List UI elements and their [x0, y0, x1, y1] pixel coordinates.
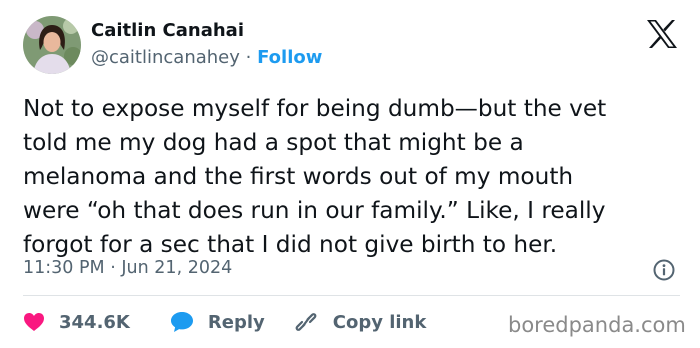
tweet-time: 11:30 PM	[23, 258, 105, 278]
reply-button[interactable]: Reply	[170, 311, 293, 333]
author-handle-row: @caitlincanahey · Follow	[91, 47, 322, 68]
reply-bubble-icon	[170, 312, 193, 332]
like-button[interactable]: 344.6K	[23, 312, 170, 333]
tweet-line: forgot for a sec that I did not give bir…	[23, 231, 558, 258]
avatar-image	[23, 16, 81, 74]
watermark: boredpanda.com	[508, 313, 686, 337]
tweet-date: Jun 21, 2024	[121, 258, 233, 278]
info-icon[interactable]	[652, 258, 676, 282]
copy-link-button[interactable]: Copy link	[293, 310, 427, 334]
like-count: 344.6K	[59, 311, 130, 333]
x-logo-icon[interactable]	[645, 18, 679, 50]
tweet-text: Not to expose myself for being dumb—but …	[23, 92, 688, 262]
author-name[interactable]: Caitlin Canahai	[91, 20, 244, 41]
divider	[23, 295, 680, 296]
tweet-line: melanoma and the first words out of my m…	[23, 163, 574, 190]
follow-button[interactable]: Follow	[257, 47, 322, 68]
tweet-line: told me my dog had a spot that might be …	[23, 129, 524, 156]
meta-separator: ·	[110, 258, 116, 278]
heart-icon	[24, 313, 44, 331]
tweet-line: were “oh that does run in our family.” L…	[23, 197, 606, 224]
action-bar: 344.6K Reply Copy link	[23, 309, 426, 335]
link-icon	[295, 313, 317, 331]
copy-link-label: Copy link	[332, 311, 427, 333]
tweet-line: Not to expose myself for being dumb—but …	[23, 95, 607, 122]
handle-separator: ·	[245, 47, 252, 68]
avatar[interactable]	[23, 16, 81, 74]
author-handle[interactable]: @caitlincanahey	[91, 47, 240, 68]
tweet-timestamp[interactable]: 11:30 PM · Jun 21, 2024	[23, 258, 232, 278]
reply-label: Reply	[207, 311, 265, 333]
